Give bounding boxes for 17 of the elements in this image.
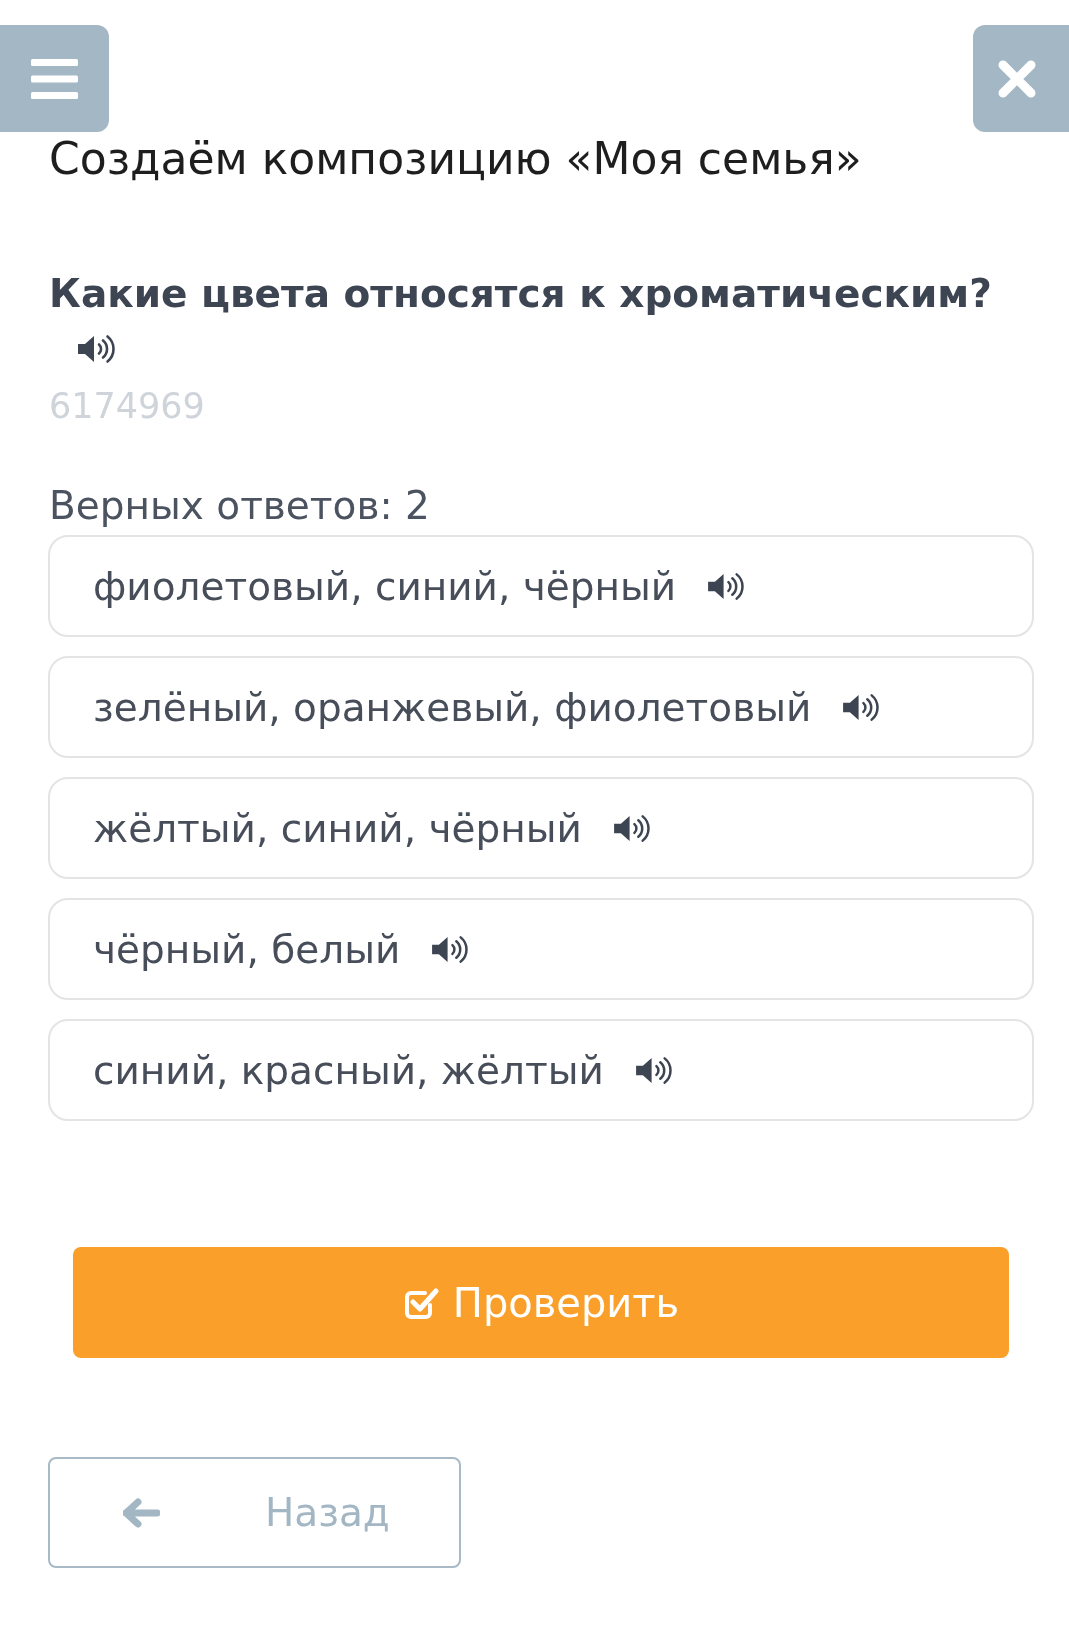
question-text: Какие цвета относятся к хроматическим? [48, 270, 992, 318]
speaker-icon[interactable] [431, 933, 471, 965]
speaker-icon[interactable] [842, 691, 882, 723]
answer-count: Верных ответов: 2 [48, 482, 430, 530]
answer-option[interactable]: фиолетовый, синий, чёрный [48, 535, 1034, 637]
answer-option[interactable]: синий, красный, жёлтый [48, 1019, 1034, 1121]
page-title: Создаём композицию «Моя семья» [48, 132, 862, 186]
arrow-left-icon [123, 1497, 160, 1528]
answer-option[interactable]: зелёный, оранжевый, фиолетовый [48, 656, 1034, 758]
speaker-icon[interactable] [77, 333, 117, 365]
answer-option[interactable]: чёрный, белый [48, 898, 1034, 1000]
speaker-icon[interactable] [612, 812, 652, 844]
speaker-icon[interactable] [707, 570, 747, 602]
menu-icon [31, 58, 78, 99]
speaker-icon[interactable] [634, 1054, 674, 1086]
close-icon [998, 59, 1036, 98]
answer-option[interactable]: жёлтый, синий, чёрный [48, 777, 1034, 879]
